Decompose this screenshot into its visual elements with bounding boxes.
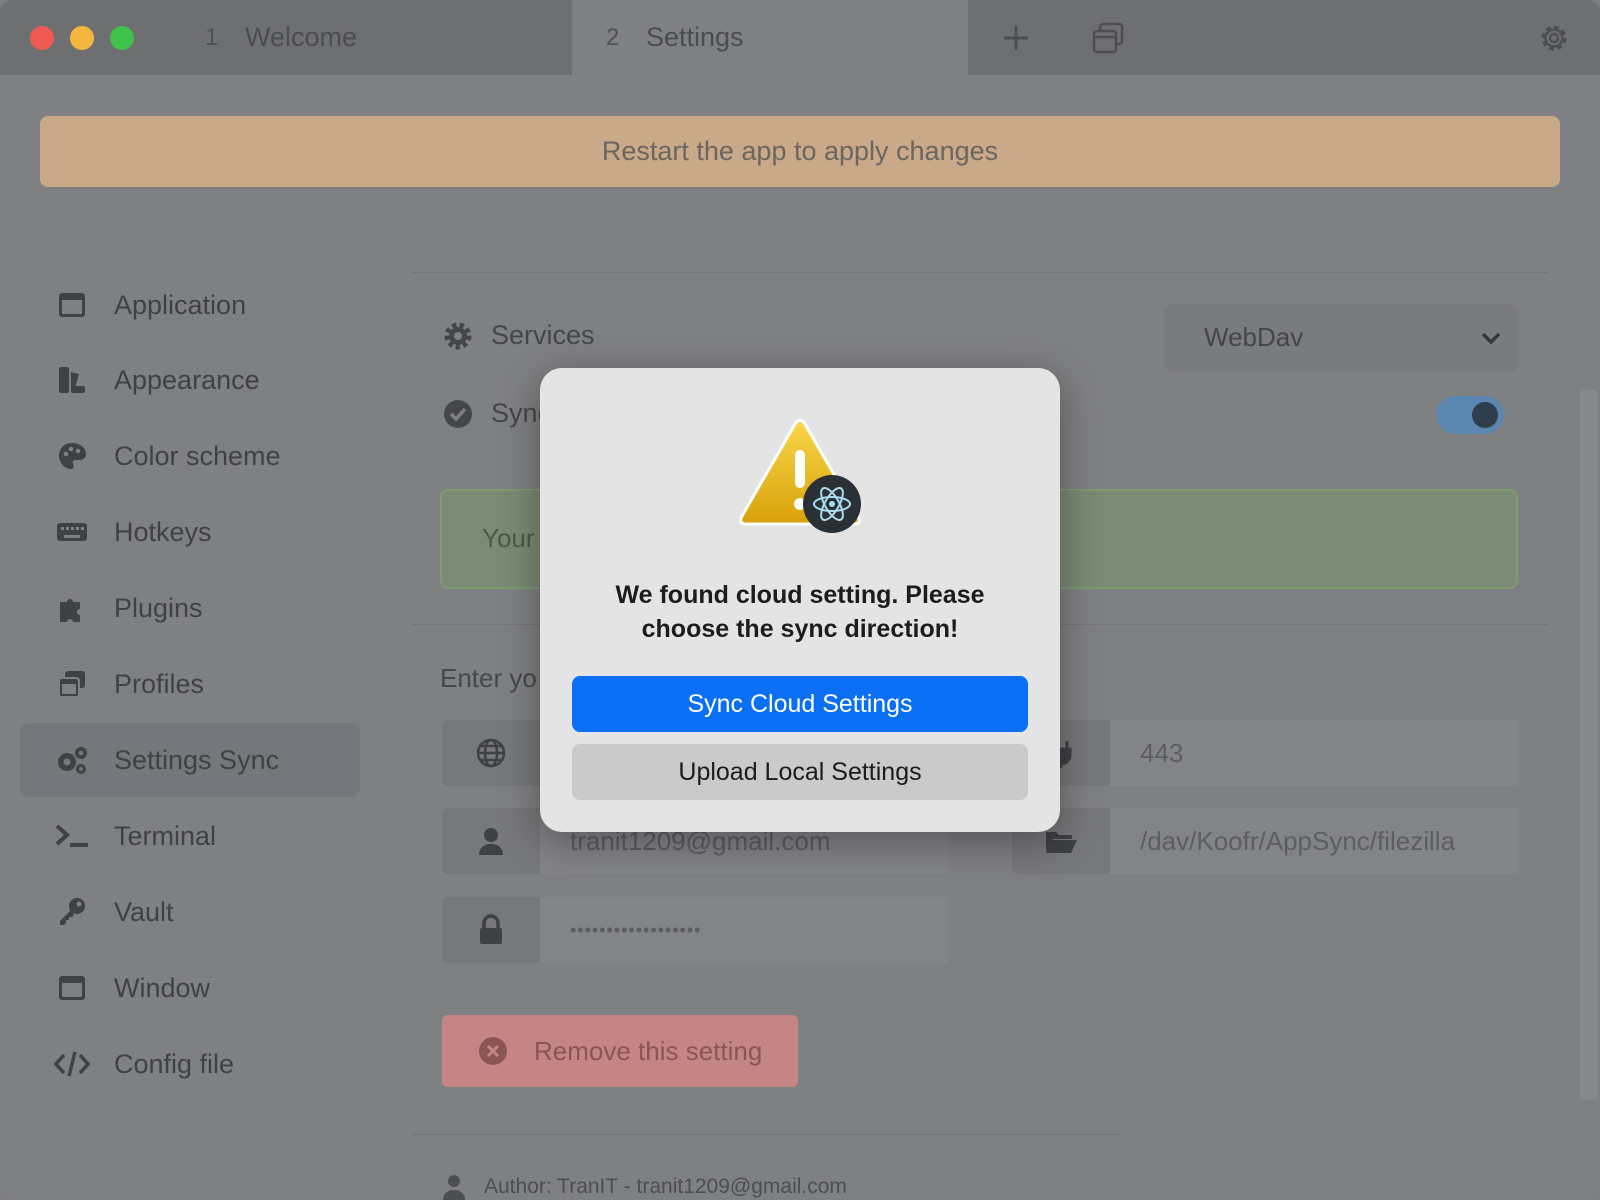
window-stack-button[interactable] (1090, 20, 1126, 56)
port-input[interactable]: 443 (1110, 720, 1518, 786)
tab-label: Welcome (245, 22, 358, 52)
sidebar-item-label: Settings Sync (114, 744, 280, 775)
tab-number: 2 (606, 23, 620, 51)
minimize-window-button[interactable] (70, 26, 94, 50)
user-icon (479, 828, 503, 855)
window-stack-icon (52, 664, 92, 704)
path-value: /dav/Koofr/AppSync/filezilla (1140, 825, 1456, 856)
new-tab-button[interactable] (998, 20, 1034, 56)
tab-welcome[interactable]: 1 Welcome (205, 0, 572, 75)
sidebar-item-label: Vault (114, 896, 174, 927)
services-select[interactable]: WebDav (1164, 304, 1518, 372)
services-select-value: WebDav (1204, 322, 1304, 352)
sidebar-item-label: Color scheme (114, 440, 281, 471)
port-value: 443 (1140, 737, 1184, 768)
sync-status-text: Your (482, 523, 535, 553)
tab-label: Settings (646, 22, 744, 52)
close-circle-icon (479, 1037, 507, 1065)
app-window: 1 Welcome 2 Settings Restart the app to … (0, 0, 1600, 1200)
palette-icon (52, 436, 92, 476)
electron-icon (803, 475, 861, 533)
tab-number: 1 (205, 23, 219, 51)
plus-icon (1004, 26, 1028, 50)
toggle-knob (1472, 402, 1498, 428)
sidebar-item-label: Hotkeys (114, 516, 212, 547)
sidebar-item-label: Plugins (114, 592, 203, 623)
password-field-icon (442, 897, 540, 963)
sidebar-item-appearance[interactable]: Appearance (20, 343, 360, 417)
services-label: Services (491, 320, 595, 350)
sidebar-item-label: Window (114, 972, 211, 1003)
gears-icon (52, 740, 92, 780)
dialog-message: We found cloud setting. Please choose th… (615, 581, 985, 643)
globe-icon (476, 738, 506, 768)
folder-open-icon (1046, 832, 1077, 853)
chevron-down-icon (1481, 332, 1501, 345)
sidebar-item-window[interactable]: Window (20, 951, 360, 1025)
sidebar-item-color-scheme[interactable]: Color scheme (20, 419, 360, 493)
sidebar-item-application[interactable]: Application (20, 268, 360, 342)
sidebar-item-config-file[interactable]: Config file (20, 1027, 360, 1101)
author-text: Author: TranIT - tranit1209@gmail.com (484, 1175, 847, 1198)
remove-setting-label: Remove this setting (534, 1035, 763, 1066)
sidebar-item-profiles[interactable]: Profiles (20, 647, 360, 721)
sync-direction-dialog: We found cloud setting. Please choose th… (540, 368, 1060, 832)
check-circle-icon (444, 400, 472, 428)
host-field-icon (442, 720, 540, 786)
sidebar-item-plugins[interactable]: Plugins (20, 571, 360, 645)
tab-settings[interactable]: 2 Settings (572, 0, 968, 75)
password-value: •••••••••••••••••• (570, 919, 702, 940)
sidebar-item-label: Application (114, 289, 247, 320)
scrollbar[interactable] (1580, 390, 1598, 1100)
lock-icon (480, 914, 502, 944)
upload-local-settings-label: Upload Local Settings (678, 757, 922, 786)
sync-cloud-settings-button[interactable]: Sync Cloud Settings (572, 676, 1028, 732)
sync-toggle[interactable] (1436, 396, 1504, 434)
window-icon (52, 968, 92, 1008)
terminal-icon (52, 816, 92, 856)
title-bar: 1 Welcome 2 Settings (0, 0, 1600, 75)
remove-setting-button[interactable]: Remove this setting (442, 1015, 798, 1087)
password-input[interactable]: •••••••••••••••••• (540, 897, 948, 963)
close-window-button[interactable] (30, 26, 54, 50)
restart-banner-text: Restart the app to apply changes (601, 136, 999, 166)
keyboard-icon (52, 512, 92, 552)
window-icon (52, 285, 92, 325)
settings-button[interactable] (1536, 20, 1572, 56)
upload-local-settings-button[interactable]: Upload Local Settings (572, 744, 1028, 800)
credentials-label: Enter yo (440, 663, 537, 693)
sidebar-item-label: Config file (114, 1048, 235, 1079)
author-info: Author: TranIT - tranit1209@gmail.com (442, 1170, 847, 1200)
code-icon (52, 1044, 92, 1084)
key-icon (52, 892, 92, 932)
restart-banner: Restart the app to apply changes (40, 116, 1560, 187)
user-icon (443, 1175, 465, 1200)
sync-cloud-settings-label: Sync Cloud Settings (687, 689, 913, 718)
divider (412, 1134, 1122, 1135)
divider (412, 272, 1548, 273)
swatchbook-icon (52, 360, 92, 400)
window-stack-icon (1092, 22, 1124, 54)
sidebar-item-vault[interactable]: Vault (20, 875, 360, 949)
gear-icon (444, 322, 472, 350)
username-field-icon (442, 808, 540, 874)
gear-icon (1541, 25, 1567, 51)
sidebar-item-label: Appearance (114, 364, 260, 395)
sidebar-item-terminal[interactable]: Terminal (20, 799, 360, 873)
sidebar-item-label: Terminal (114, 820, 217, 851)
puzzle-icon (52, 588, 92, 628)
sidebar-item-hotkeys[interactable]: Hotkeys (20, 495, 360, 569)
zoom-window-button[interactable] (110, 26, 134, 50)
sidebar-item-label: Profiles (114, 668, 205, 699)
sidebar-item-settings-sync[interactable]: Settings Sync (20, 723, 360, 797)
path-input[interactable]: /dav/Koofr/AppSync/filezilla (1110, 808, 1518, 874)
